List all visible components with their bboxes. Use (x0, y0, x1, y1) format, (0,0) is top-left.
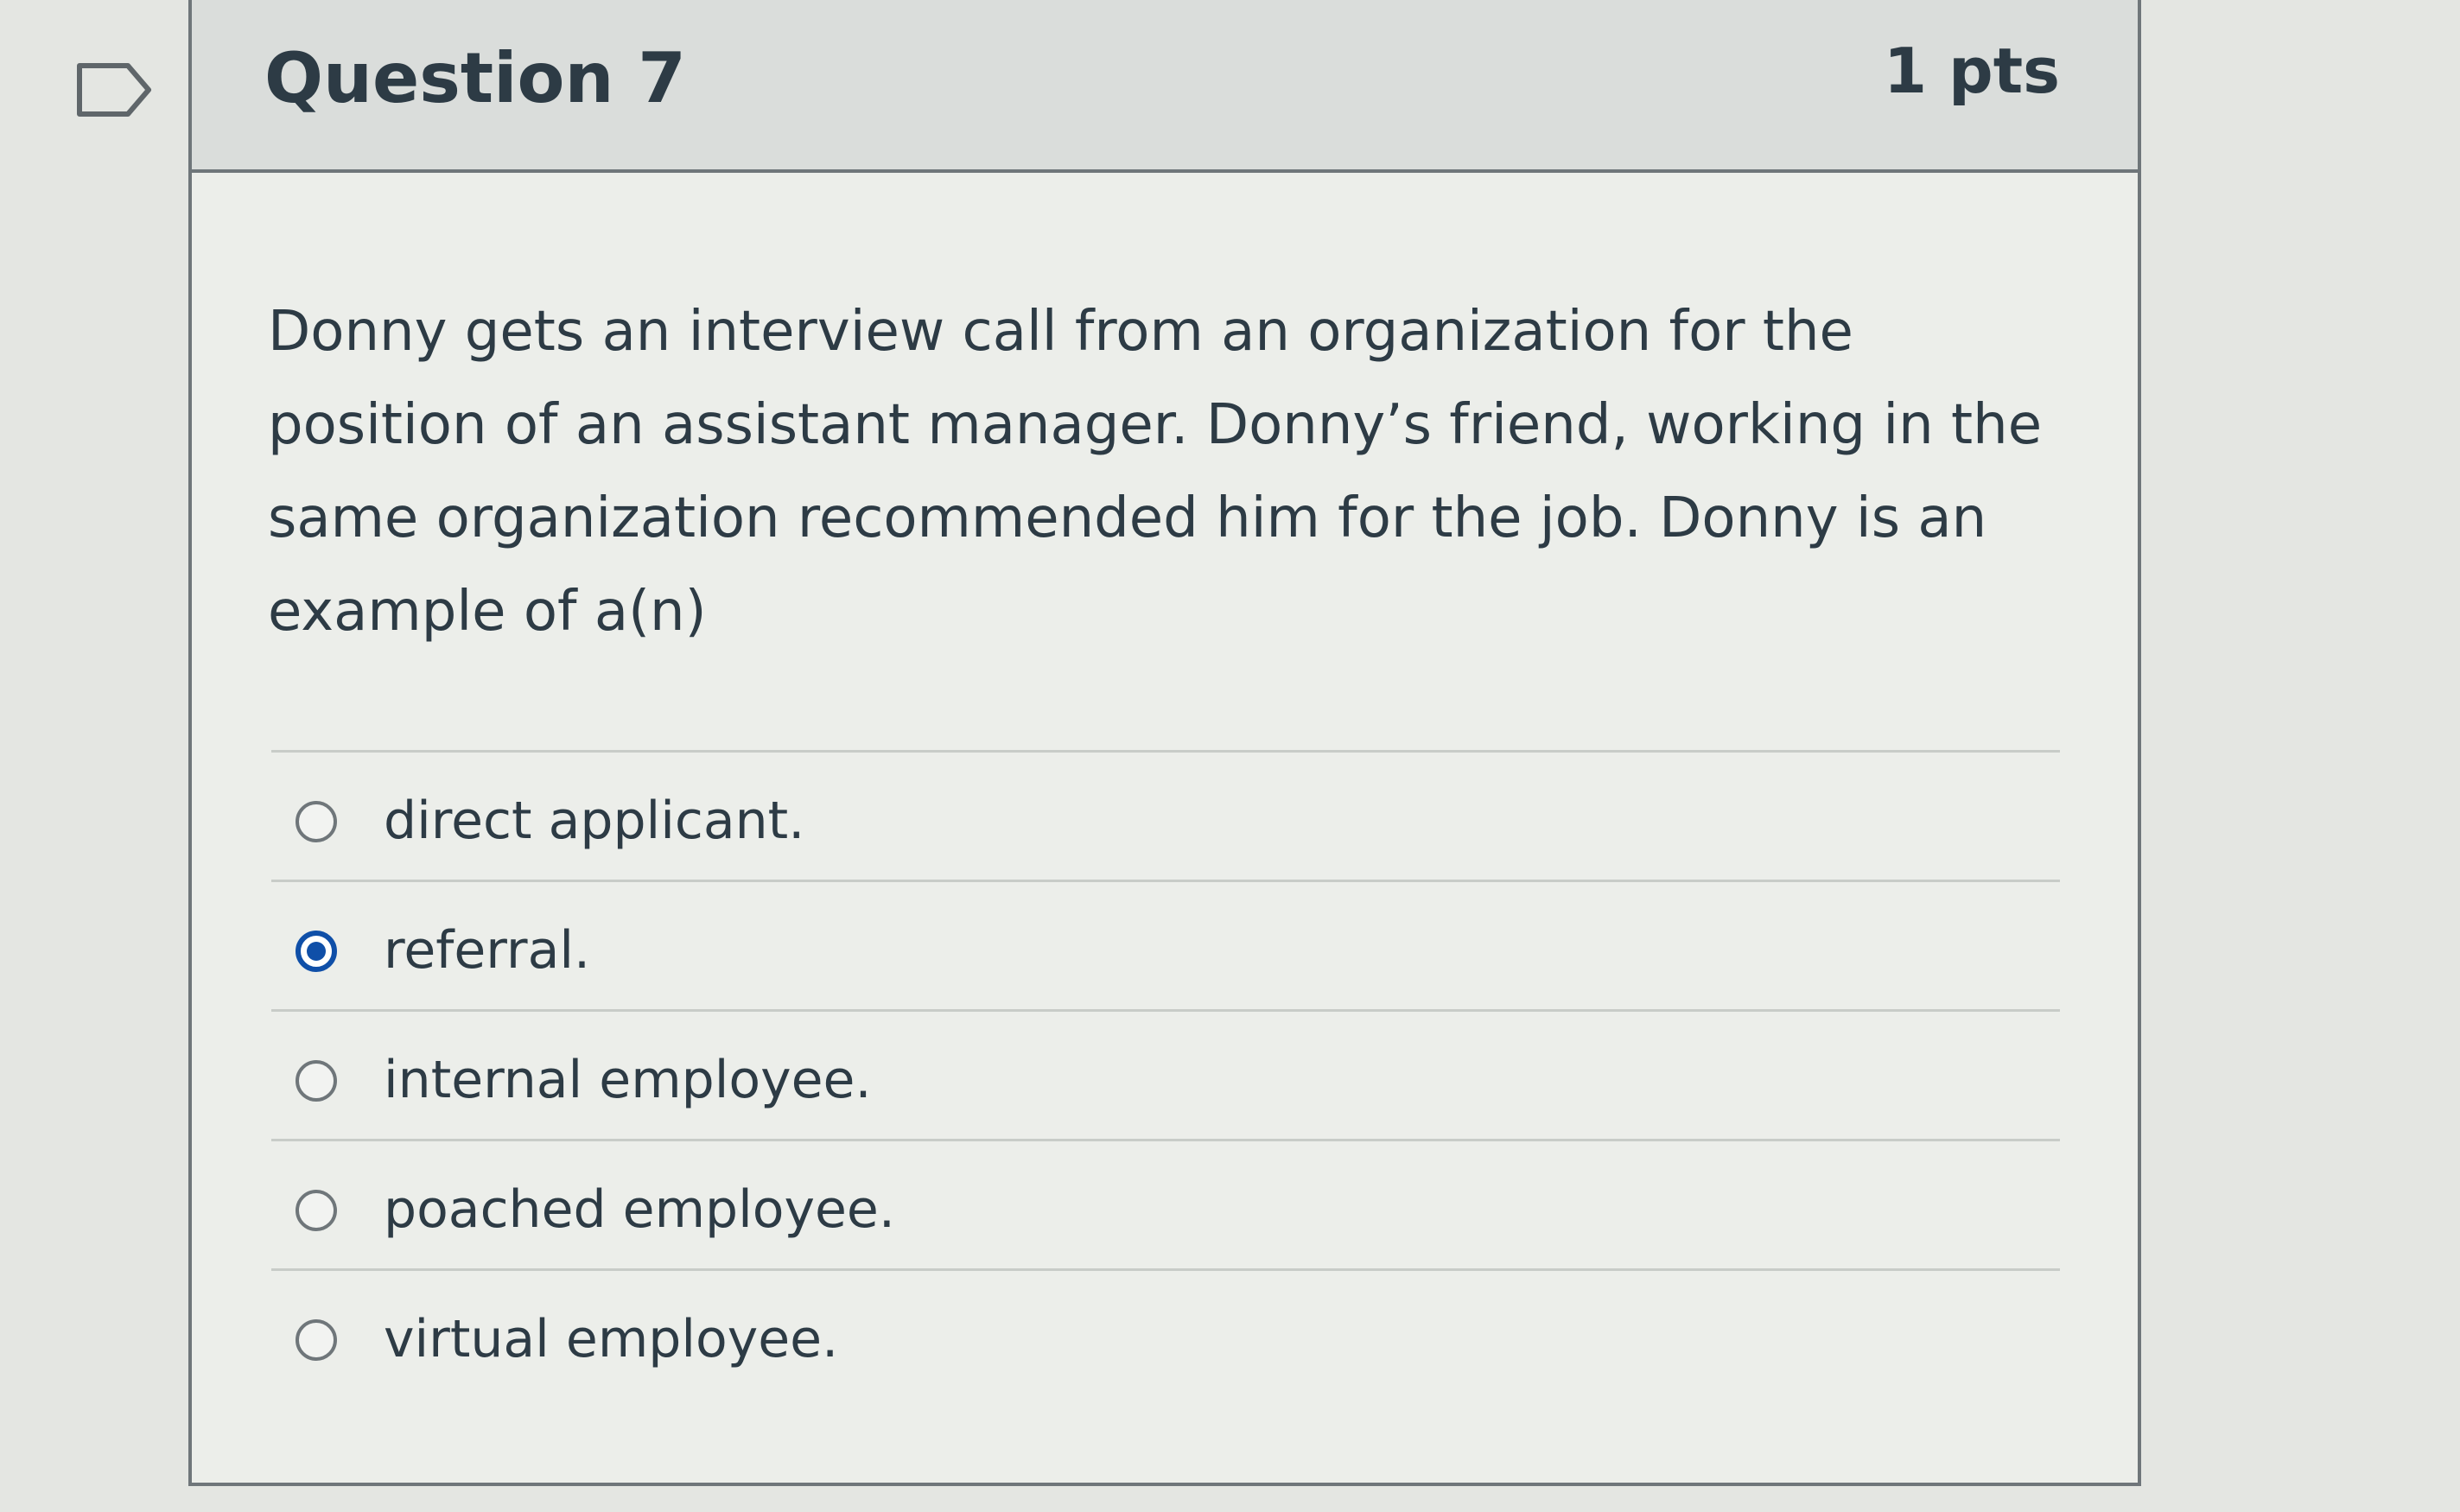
answer-label: virtual employee. (384, 1309, 839, 1369)
radio-button[interactable] (296, 931, 337, 972)
radio-button[interactable] (296, 1060, 337, 1102)
flag-question-icon[interactable] (74, 60, 154, 119)
question-card: Question 7 1 pts Donny gets an interview… (188, 0, 2141, 1486)
answer-label: poached employee. (384, 1179, 895, 1240)
answer-option[interactable]: direct applicant. (271, 750, 2060, 880)
question-header: Question 7 1 pts (192, 0, 2138, 173)
radio-button[interactable] (296, 801, 337, 842)
answer-option[interactable]: internal employee. (271, 1009, 2060, 1139)
answer-option[interactable]: virtual employee. (271, 1268, 2060, 1398)
question-title: Question 7 (264, 38, 686, 118)
question-points: 1 pts (1884, 35, 2060, 107)
question-text: Donny gets an interview call from an org… (268, 300, 2043, 644)
radio-button[interactable] (296, 1190, 337, 1231)
answer-label: direct applicant. (384, 791, 805, 851)
answer-option[interactable]: poached employee. (271, 1139, 2060, 1268)
answer-option[interactable]: referral. (271, 880, 2060, 1009)
answer-list: direct applicant. referral. internal emp… (271, 750, 2060, 1398)
radio-button[interactable] (296, 1319, 337, 1361)
answer-label: referral. (384, 920, 591, 981)
answer-label: internal employee. (384, 1050, 872, 1110)
